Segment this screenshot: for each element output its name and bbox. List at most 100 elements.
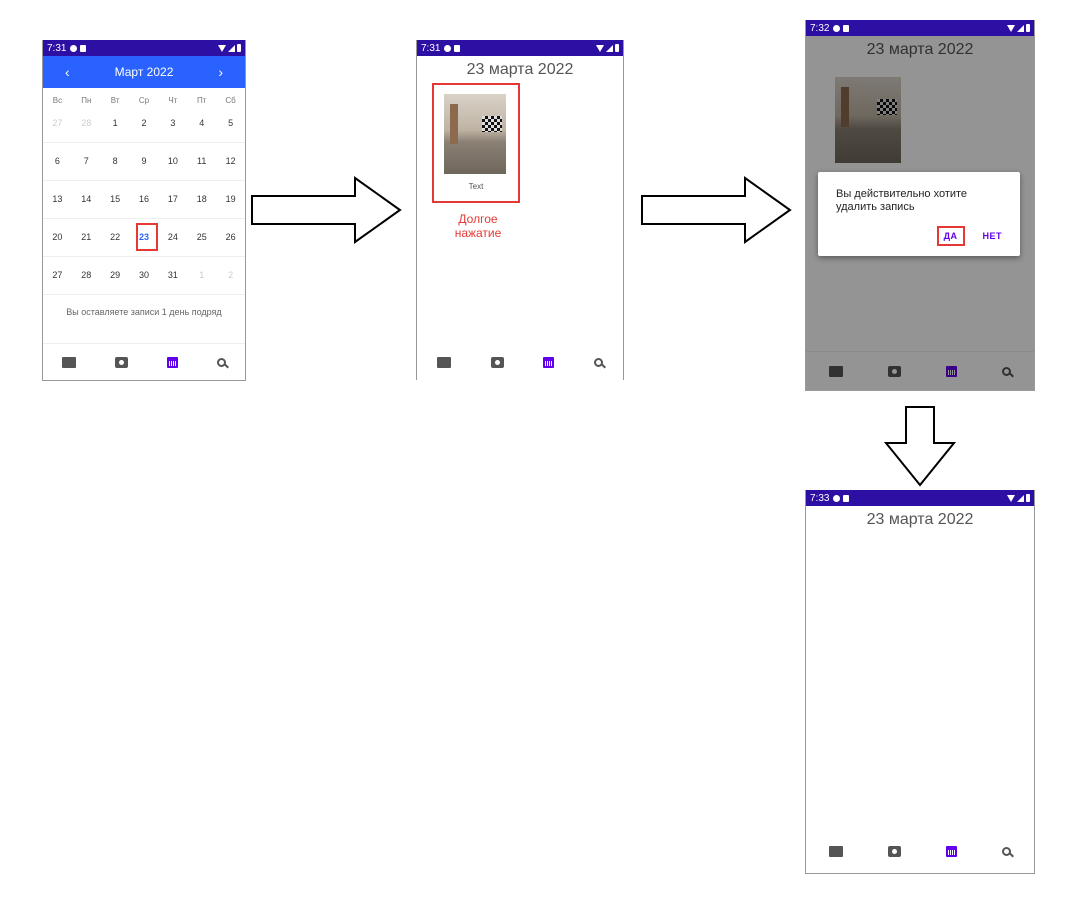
arrow-right-icon xyxy=(641,176,792,244)
calendar-day[interactable]: 10 xyxy=(158,143,188,181)
calendar-day[interactable]: 13 xyxy=(43,181,72,219)
wifi-icon xyxy=(1007,494,1015,502)
calendar-grid: 27 28 1 2 3 4 5 6 7 8 9 10 11 12 13 14 15 16 17 18 19 20 21 22 2… xyxy=(43,105,245,295)
calendar-day[interactable]: 21 xyxy=(71,219,101,257)
calendar-day[interactable]: 11 xyxy=(187,143,217,181)
calendar-day[interactable]: 5 xyxy=(216,105,245,143)
sim-icon xyxy=(454,44,461,52)
status-bar: 7:31 xyxy=(417,40,623,56)
calendar-day[interactable]: 18 xyxy=(187,181,217,219)
camera-icon[interactable] xyxy=(887,845,901,857)
entry-text: Text xyxy=(468,182,484,191)
calendar-day[interactable]: 2 xyxy=(129,105,159,143)
calendar-day[interactable]: 29 xyxy=(100,257,130,295)
sim-icon xyxy=(843,494,850,502)
wifi-icon xyxy=(596,44,604,52)
weekday-label: Пт xyxy=(197,96,207,105)
bottom-nav xyxy=(43,343,245,380)
weekday-label: Чт xyxy=(168,96,178,105)
prev-month-button[interactable]: ‹ xyxy=(65,64,70,80)
camera-icon[interactable] xyxy=(490,356,504,368)
camera-icon[interactable] xyxy=(115,356,129,368)
no-button[interactable]: НЕТ xyxy=(981,226,1005,246)
sync-icon xyxy=(70,44,78,52)
calendar-day[interactable]: 31 xyxy=(158,257,188,295)
calendar-day[interactable]: 25 xyxy=(187,219,217,257)
calendar-day[interactable]: 15 xyxy=(100,181,130,219)
calendar-day[interactable]: 24 xyxy=(158,219,188,257)
wifi-icon xyxy=(1007,24,1015,32)
long-press-annotation: Долгое нажатие xyxy=(443,212,513,240)
calendar-day[interactable]: 30 xyxy=(129,257,159,295)
weekday-label: Вс xyxy=(52,96,63,105)
calendar-day[interactable]: 28 xyxy=(71,105,101,143)
status-bar: 7:32 xyxy=(806,20,1034,36)
weekday-label: Вт xyxy=(110,96,120,105)
calendar-icon[interactable] xyxy=(166,356,178,368)
calendar-day[interactable]: 19 xyxy=(216,181,245,219)
wifi-icon xyxy=(218,44,226,52)
long-press-line2: нажатие xyxy=(454,226,502,240)
status-time: 7:31 xyxy=(421,42,441,54)
next-month-button[interactable]: › xyxy=(218,64,223,80)
search-icon[interactable] xyxy=(216,357,226,367)
sync-icon xyxy=(444,44,452,52)
calendar-day[interactable]: 20 xyxy=(43,219,72,257)
calendar-day[interactable]: 22 xyxy=(100,219,130,257)
calendar-day[interactable]: 6 xyxy=(43,143,72,181)
gallery-icon[interactable] xyxy=(62,356,77,368)
calendar-day[interactable]: 2 xyxy=(216,257,245,295)
phone-calendar: 7:31 ‹ Март 2022 › Вс Пн Вт Ср Чт Пт Сб … xyxy=(42,40,246,381)
long-press-line1: Долгое xyxy=(458,212,498,226)
calendar-day[interactable]: 9 xyxy=(129,143,159,181)
calendar-day[interactable]: 12 xyxy=(216,143,245,181)
status-time: 7:32 xyxy=(810,22,830,34)
calendar-day[interactable]: 14 xyxy=(71,181,101,219)
status-bar: 7:33 xyxy=(806,490,1034,506)
sim-icon xyxy=(80,44,87,52)
calendar-day[interactable]: 8 xyxy=(100,143,130,181)
phone-after-delete: 7:33 23 марта 2022 xyxy=(805,490,1035,874)
calendar-day[interactable]: 27 xyxy=(43,105,72,143)
sim-icon xyxy=(843,24,850,32)
sync-icon xyxy=(833,494,841,502)
signal-icon xyxy=(606,44,613,52)
streak-text: Вы оставляете записи 1 день подряд xyxy=(66,307,222,317)
calendar-day[interactable]: 1 xyxy=(187,257,217,295)
calendar-day[interactable]: 17 xyxy=(158,181,188,219)
search-icon[interactable] xyxy=(1002,846,1012,856)
calendar-day[interactable]: 7 xyxy=(71,143,101,181)
calendar-icon[interactable] xyxy=(946,845,958,857)
calendar-day[interactable]: 1 xyxy=(100,105,130,143)
calendar-header: ‹ Март 2022 › xyxy=(43,56,245,88)
gallery-icon[interactable] xyxy=(828,845,843,857)
calendar-day[interactable]: 28 xyxy=(71,257,101,295)
bottom-nav xyxy=(417,344,623,380)
battery-icon xyxy=(1026,24,1030,32)
calendar-day[interactable]: 26 xyxy=(216,219,245,257)
phone-delete-dialog: 7:32 23 марта 2022 Вы действительно хоти… xyxy=(805,20,1035,391)
signal-icon xyxy=(1017,494,1024,502)
battery-icon xyxy=(1026,494,1030,502)
calendar-day-selected[interactable]: 23 xyxy=(129,219,159,257)
dialog-actions: ДА НЕТ xyxy=(936,226,1005,246)
calendar-day[interactable]: 4 xyxy=(187,105,217,143)
dialog-message: Вы действительно хотите удалить запись xyxy=(836,188,968,213)
arrow-right-icon xyxy=(251,176,402,244)
calendar-icon[interactable] xyxy=(543,356,555,368)
calendar-day[interactable]: 27 xyxy=(43,257,72,295)
weekday-row: Вс Пн Вт Ср Чт Пт Сб xyxy=(43,96,245,105)
month-label: Март 2022 xyxy=(114,65,174,79)
calendar-day[interactable]: 16 xyxy=(129,181,159,219)
search-icon[interactable] xyxy=(594,357,604,367)
calendar-day[interactable]: 3 xyxy=(158,105,188,143)
entry-card[interactable]: Text xyxy=(432,83,520,203)
battery-icon xyxy=(615,44,619,52)
date-title: 23 марта 2022 xyxy=(466,61,574,78)
gallery-icon[interactable] xyxy=(436,356,451,368)
battery-icon xyxy=(237,44,241,52)
yes-button[interactable]: ДА xyxy=(936,226,965,246)
weekday-label: Пн xyxy=(81,96,92,105)
date-title: 23 марта 2022 xyxy=(866,511,974,528)
phone-day-view: 7:31 23 марта 2022 Text Долгое нажатие xyxy=(416,40,624,380)
